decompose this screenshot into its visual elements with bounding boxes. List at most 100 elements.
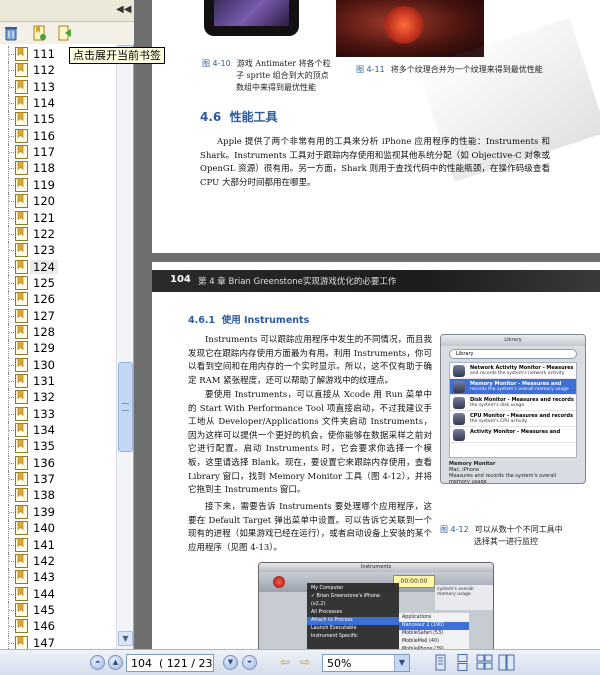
bookmark-item[interactable]: 120 <box>0 193 116 210</box>
next-page-button[interactable]: ▼ <box>223 655 238 670</box>
bookmark-item[interactable]: 121 <box>0 209 116 226</box>
continuous-view-icon[interactable] <box>454 654 471 671</box>
bookmark-item[interactable]: 143 <box>0 569 116 586</box>
bookmark-icon <box>15 210 28 225</box>
bookmark-item[interactable]: 140 <box>0 520 116 537</box>
zoom-select[interactable]: 50% ▼ <box>322 654 410 672</box>
bookmark-item[interactable]: 139 <box>0 503 116 520</box>
bookmark-scrollbar[interactable]: ▲ ▼ <box>116 44 133 649</box>
bookmark-icon <box>15 488 28 503</box>
bookmark-label: 116 <box>33 128 55 143</box>
bookmark-item[interactable]: 132 <box>0 389 116 406</box>
bookmark-icon <box>15 96 28 111</box>
bookmark-item[interactable]: 126 <box>0 291 116 308</box>
first-page-button[interactable]: ⏶ <box>90 655 105 670</box>
bookmark-icon <box>15 112 28 127</box>
bookmark-item[interactable]: 133 <box>0 405 116 422</box>
document-view[interactable]: 图 4-10 游戏 Antimater 将各个粒 子 sprite 组合到大的顶点… <box>134 0 600 649</box>
section-heading: 4.6 性能工具 <box>200 110 278 124</box>
bookmark-item[interactable]: 145 <box>0 601 116 618</box>
bookmark-item[interactable]: 113 <box>0 78 116 95</box>
bookmark-label: 121 <box>33 210 55 225</box>
bookmark-item[interactable]: 144 <box>0 585 116 602</box>
prev-page-button[interactable]: ▲ <box>108 655 123 670</box>
single-page-view-icon[interactable] <box>432 654 449 671</box>
chevron-down-icon[interactable]: ▼ <box>394 655 409 671</box>
bookmark-item[interactable]: 136 <box>0 454 116 471</box>
bookmark-item[interactable]: 137 <box>0 471 116 488</box>
continuous-facing-view-icon[interactable] <box>498 654 515 671</box>
new-bookmark-icon[interactable] <box>31 25 47 41</box>
bookmark-icon <box>15 177 28 192</box>
bookmark-item[interactable]: 141 <box>0 536 116 553</box>
figure-4-10-image <box>204 0 299 36</box>
bookmark-item[interactable]: 122 <box>0 225 116 242</box>
bookmark-item[interactable]: 135 <box>0 438 116 455</box>
last-page-button[interactable]: ⏷ <box>242 655 257 670</box>
bookmark-label: 145 <box>33 602 55 617</box>
bookmark-item[interactable]: 142 <box>0 552 116 569</box>
scrollbar-thumb[interactable] <box>118 362 133 452</box>
facing-view-icon[interactable] <box>476 654 493 671</box>
bookmark-item[interactable]: 114 <box>0 95 116 112</box>
library-list: Network Activity Monitor - Measures and r… <box>449 362 577 458</box>
bookmark-item[interactable]: 112 <box>0 62 116 79</box>
bookmark-item[interactable]: 129 <box>0 340 116 357</box>
figure-4-11-image <box>336 0 484 57</box>
bookmark-label: 127 <box>33 308 55 323</box>
page-number-field[interactable]: ( 121 / 23 <box>126 654 214 672</box>
bookmark-item[interactable]: 119 <box>0 176 116 193</box>
process-submenu: Applications Nanosaur 2 (190) MobileSafari… <box>399 613 469 649</box>
bookmark-item[interactable]: 117 <box>0 144 116 161</box>
bookmark-label: 140 <box>33 521 55 536</box>
bookmark-item[interactable]: 147 <box>0 634 116 649</box>
bookmark-item[interactable]: 123 <box>0 242 116 259</box>
bookmark-item[interactable]: 130 <box>0 356 116 373</box>
forward-arrow-icon[interactable]: ⇨ <box>296 655 314 670</box>
instrument-icon <box>453 429 465 441</box>
bookmark-item[interactable]: 124 <box>0 258 116 275</box>
bookmark-icon <box>15 586 28 601</box>
bookmark-icon <box>15 243 28 258</box>
panel-header: ◀◀ <box>0 0 134 22</box>
bookmark-label: 146 <box>33 619 55 634</box>
bookmark-icon <box>15 537 28 552</box>
bookmark-label: 119 <box>33 177 55 192</box>
bookmark-item[interactable]: 116 <box>0 127 116 144</box>
bookmark-label: 126 <box>33 292 55 307</box>
bookmark-icon <box>15 292 28 307</box>
bookmark-item[interactable]: 125 <box>0 274 116 291</box>
bookmark-label: 132 <box>33 390 55 405</box>
bookmark-icon <box>15 374 28 388</box>
bookmark-item[interactable]: 127 <box>0 307 116 324</box>
bookmark-item[interactable]: 146 <box>0 618 116 635</box>
delete-bookmark-icon[interactable] <box>3 25 19 41</box>
bookmark-icon <box>15 47 28 61</box>
page-number-input[interactable] <box>131 656 159 670</box>
bookmark-icon <box>15 406 28 421</box>
bookmark-icon <box>15 357 28 372</box>
menu-item: Attach to Process <box>307 617 399 625</box>
bookmark-icon <box>15 194 28 209</box>
menu-item: Launch Executable <box>311 626 357 631</box>
bookmark-item[interactable]: 115 <box>0 111 116 128</box>
bookmark-label: 131 <box>33 374 55 388</box>
bookmark-label: 133 <box>33 406 55 421</box>
bookmark-label: 125 <box>33 275 55 290</box>
bookmark-item[interactable]: 131 <box>0 373 116 389</box>
bookmark-item[interactable]: 138 <box>0 487 116 504</box>
bookmark-item[interactable]: 128 <box>0 323 116 340</box>
figure-4-10-caption: 图 4-10 游戏 Antimater 将各个粒 子 sprite 组合到大的顶点… <box>202 59 331 92</box>
bookmark-icon <box>15 553 28 568</box>
back-arrow-icon[interactable]: ⇦ <box>276 655 294 670</box>
bookmark-item[interactable]: 134 <box>0 422 116 439</box>
bookmark-icon <box>15 504 28 519</box>
collapse-panel-button[interactable]: ◀◀ <box>116 3 131 17</box>
expand-bookmark-icon[interactable] <box>57 25 73 41</box>
bookmark-item[interactable]: 118 <box>0 160 116 177</box>
scroll-down-arrow-icon[interactable]: ▼ <box>118 631 133 646</box>
menu-item: ✓ Brian Greenstone's iPhone (v2.2) <box>311 594 381 607</box>
bookmark-icon <box>15 161 28 176</box>
bookmark-label: 134 <box>33 423 55 438</box>
bookmark-icon <box>15 341 28 356</box>
